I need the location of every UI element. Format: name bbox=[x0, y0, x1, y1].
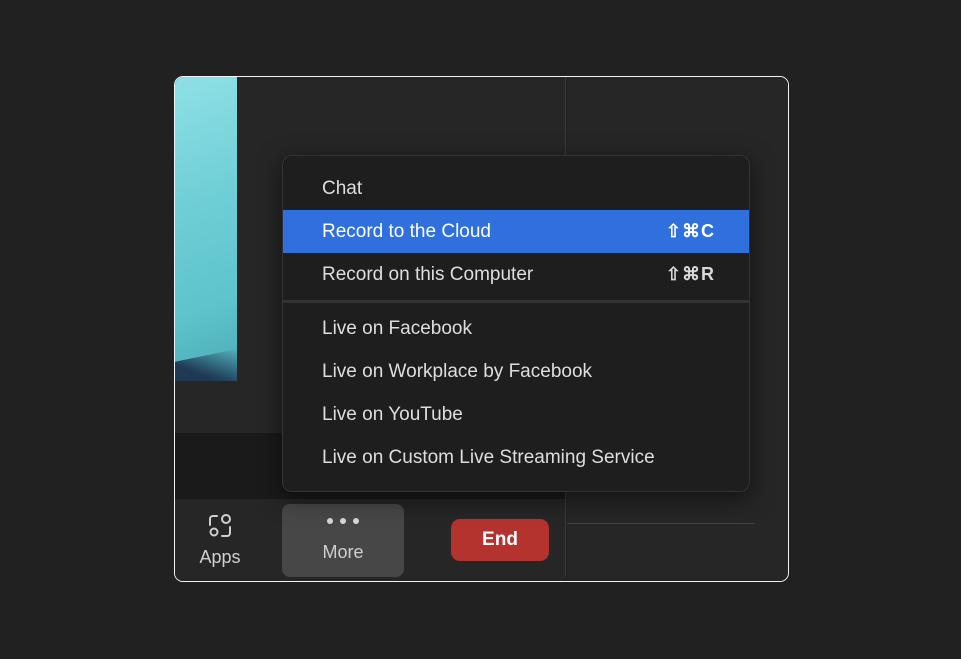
end-meeting-button[interactable]: End bbox=[451, 519, 549, 561]
menu-item-live-youtube[interactable]: Live on YouTube bbox=[283, 393, 749, 436]
video-shadow bbox=[175, 349, 237, 381]
divider bbox=[567, 523, 755, 524]
apps-button[interactable]: Apps bbox=[191, 513, 249, 568]
menu-item-live-custom[interactable]: Live on Custom Live Streaming Service bbox=[283, 436, 749, 479]
menu-item-chat[interactable]: Chat bbox=[283, 167, 749, 210]
more-label: More bbox=[322, 542, 364, 562]
menu-item-label: Live on Custom Live Streaming Service bbox=[322, 446, 655, 468]
menu-item-label: Live on YouTube bbox=[322, 403, 463, 425]
shortcut-label: ⇧⌘C bbox=[665, 221, 715, 241]
more-button[interactable]: More bbox=[282, 504, 404, 577]
menu-item-record-cloud[interactable]: Record to the Cloud ⇧⌘C bbox=[283, 210, 749, 253]
participant-video[interactable] bbox=[175, 77, 237, 381]
ellipsis-icon bbox=[327, 514, 359, 528]
menu-item-live-facebook[interactable]: Live on Facebook bbox=[283, 307, 749, 350]
menu-item-label: Record on this Computer bbox=[322, 263, 534, 285]
menu-item-record-computer[interactable]: Record on this Computer ⇧⌘R bbox=[283, 253, 749, 296]
more-menu: Chat Record to the Cloud ⇧⌘C Record on t… bbox=[282, 155, 750, 492]
apps-label: Apps bbox=[199, 547, 241, 567]
menu-item-live-workplace[interactable]: Live on Workplace by Facebook bbox=[283, 350, 749, 393]
menu-separator bbox=[283, 300, 749, 303]
menu-item-label: Live on Workplace by Facebook bbox=[322, 360, 593, 382]
apps-icon bbox=[209, 514, 231, 537]
menu-item-label: Chat bbox=[322, 177, 363, 199]
shortcut-label: ⇧⌘R bbox=[665, 264, 715, 284]
menu-item-label: Live on Facebook bbox=[322, 317, 472, 339]
meeting-toolbar: Apps More End bbox=[175, 499, 565, 581]
menu-item-label: Record to the Cloud bbox=[322, 220, 491, 242]
